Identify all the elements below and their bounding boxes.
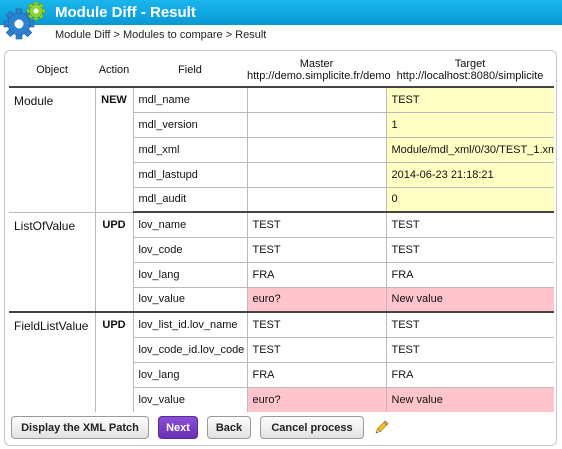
field-cell: lov_value (132, 286, 248, 313)
table-row: ListOfValue UPD lov_name TEST TEST (9, 211, 554, 313)
action-badge: NEW (95, 86, 134, 213)
object-cell: Module (9, 86, 96, 213)
target-cell: TEST (385, 211, 554, 238)
field-cell: lov_list_id.lov_name (132, 311, 248, 338)
master-label: Master (299, 58, 334, 70)
master-cell (246, 86, 387, 113)
table-row: Module NEW mdl_name TEST (9, 86, 554, 213)
pencil-icon[interactable] (373, 420, 389, 436)
target-cell: FRA (385, 361, 554, 388)
field-cell: mdl_version (132, 111, 248, 138)
target-cell: New value (385, 386, 554, 412)
button-bar: Display the XML Patch Next Back Cancel p… (11, 416, 551, 440)
table-row: FieldListValue UPD lov_list_id.lov_name … (9, 311, 554, 412)
target-cell: 0 (385, 186, 554, 213)
target-cell: TEST (385, 311, 554, 338)
master-cell (246, 186, 387, 213)
field-cell: lov_value (132, 386, 248, 412)
result-panel: Object Action Field Master http://demo.s… (4, 50, 557, 446)
field-cell: mdl_name (132, 86, 248, 113)
target-cell: TEST (385, 336, 554, 363)
column-header-target: Target http://localhost:8080/simplicite (386, 54, 554, 88)
target-cell: 2014-06-23 21:18:21 (385, 161, 554, 188)
field-cell: lov_code_id.lov_code (132, 336, 248, 363)
field-cell: mdl_xml (132, 136, 248, 163)
diff-table: Object Action Field Master http://demo.s… (9, 54, 554, 412)
master-cell (246, 111, 387, 138)
app-title: Module Diff - Result (55, 4, 196, 21)
field-cell: lov_lang (132, 261, 248, 288)
field-cell: lov_lang (132, 361, 248, 388)
master-cell (246, 161, 387, 188)
column-header-object: Object (9, 54, 95, 88)
target-label: Target (454, 58, 486, 70)
action-badge: UPD (95, 211, 134, 313)
column-header-action: Action (95, 54, 133, 88)
gear-icon (3, 1, 46, 40)
target-cell: Module/mdl_xml/0/30/TEST_1.xml (385, 136, 554, 163)
breadcrumb: Module Diff > Modules to compare > Resul… (55, 29, 267, 41)
cancel-process-button[interactable]: Cancel process (260, 416, 364, 439)
target-cell: TEST (385, 236, 554, 263)
master-url: http://demo.simplicite.fr/demo (247, 70, 391, 82)
action-badge: UPD (95, 311, 134, 412)
back-button[interactable]: Back (207, 416, 251, 439)
field-cell: lov_code (132, 236, 248, 263)
target-cell: 1 (385, 111, 554, 138)
master-cell: TEST (246, 311, 387, 338)
column-header-master: Master http://demo.simplicite.fr/demo (247, 54, 391, 88)
display-xml-patch-button[interactable]: Display the XML Patch (11, 416, 149, 439)
target-cell: FRA (385, 261, 554, 288)
master-cell: TEST (246, 211, 387, 238)
column-header-field: Field (133, 54, 247, 88)
object-cell: ListOfValue (9, 211, 96, 313)
master-cell: euro? (246, 286, 387, 313)
table-header-row: Object Action Field Master http://demo.s… (9, 54, 554, 88)
title-bar: Module Diff - Result (0, 0, 562, 25)
target-cell: TEST (385, 86, 554, 113)
next-button[interactable]: Next (158, 416, 198, 439)
master-cell: FRA (246, 261, 387, 288)
target-cell: New value (385, 286, 554, 313)
master-cell: euro? (246, 386, 387, 412)
field-cell: lov_name (132, 211, 248, 238)
master-cell: FRA (246, 361, 387, 388)
field-cell: mdl_audit (132, 186, 248, 213)
master-cell: TEST (246, 336, 387, 363)
object-cell: FieldListValue (9, 311, 96, 412)
master-cell (246, 136, 387, 163)
field-cell: mdl_lastupd (132, 161, 248, 188)
target-url: http://localhost:8080/simplicite (396, 70, 544, 82)
master-cell: TEST (246, 236, 387, 263)
